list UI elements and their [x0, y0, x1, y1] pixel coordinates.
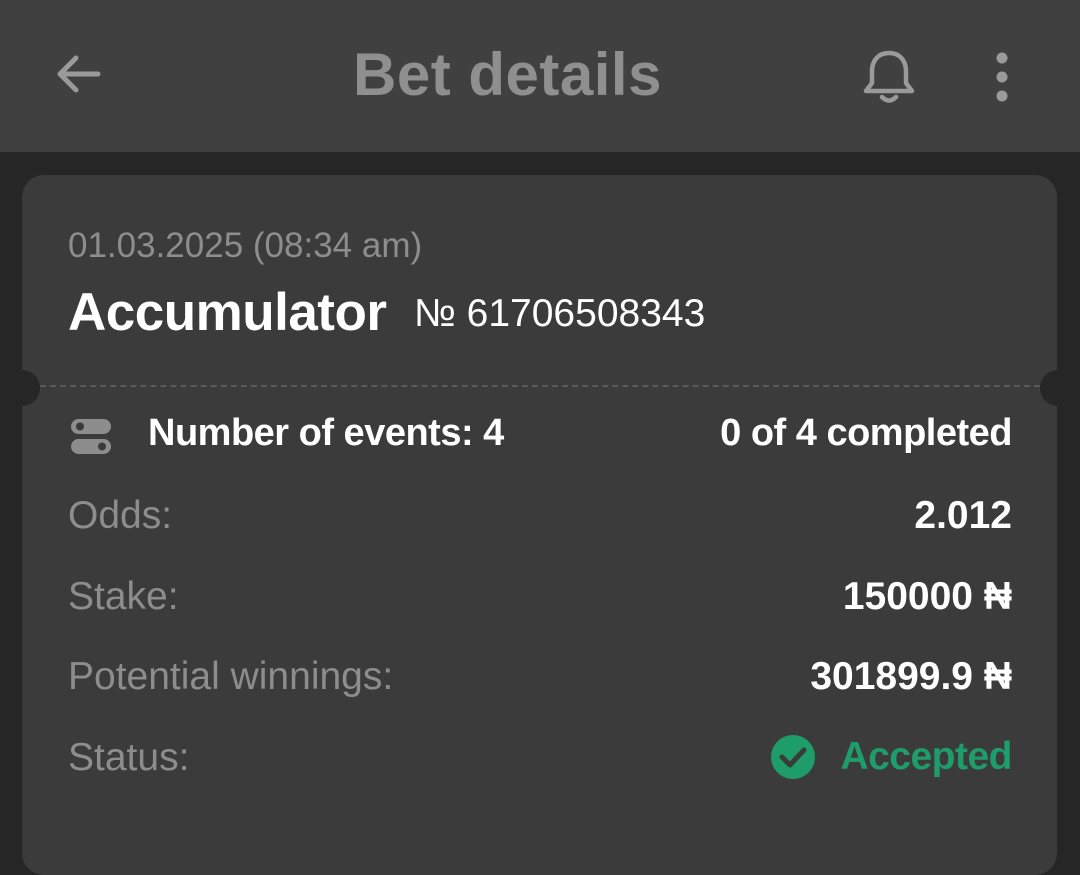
- bet-type: Accumulator: [68, 283, 387, 342]
- potential-winnings-value: 301899.9 ₦: [810, 655, 1012, 698]
- check-circle-icon: [771, 735, 816, 779]
- events-completed: 0 of 4 completed: [720, 412, 1012, 454]
- bet-date: 01.03.2025 (08:34 am): [68, 226, 423, 265]
- status-value: Accepted: [840, 735, 1012, 778]
- bell-icon: [863, 50, 915, 103]
- ticket-notch-left: [4, 370, 40, 406]
- events-count: Number of events: 4: [148, 412, 504, 454]
- odds-label: Odds:: [68, 494, 173, 537]
- status-badge: Accepted: [770, 734, 1012, 780]
- stake-label: Stake:: [68, 575, 179, 618]
- odds-value: 2.012: [914, 494, 1012, 537]
- notifications-button[interactable]: [856, 44, 922, 110]
- more-vertical-icon: [996, 52, 1008, 102]
- stake-value: 150000 ₦: [842, 575, 1012, 618]
- app-header: Bet details: [0, 0, 1080, 152]
- status-label: Status:: [68, 736, 190, 779]
- ticket-divider: [40, 385, 1040, 387]
- bet-number: № 61706508343: [414, 292, 706, 335]
- toggle-list-icon: [71, 419, 111, 454]
- more-options-button[interactable]: [982, 44, 1022, 110]
- potential-winnings-label: Potential winnings:: [68, 655, 394, 698]
- ticket-notch-right: [1040, 370, 1076, 406]
